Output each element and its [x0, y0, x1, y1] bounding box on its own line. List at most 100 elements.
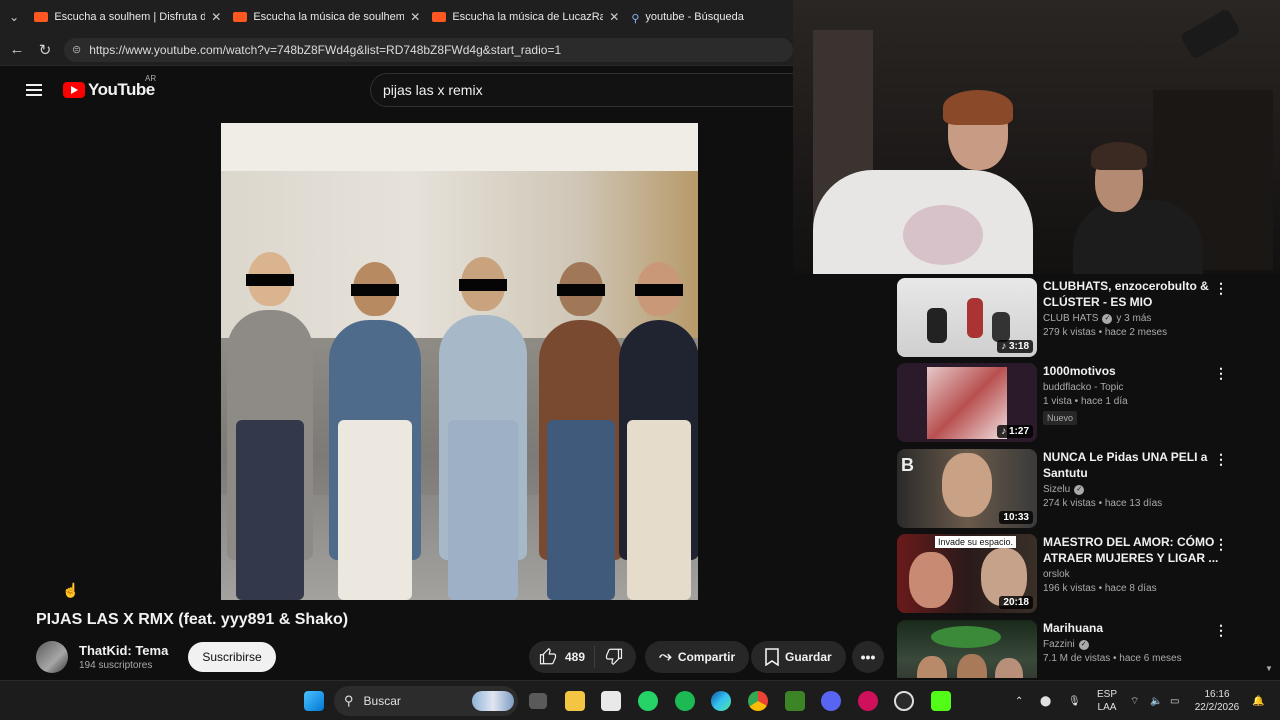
channel-name[interactable]: ThatKid: Tema: [79, 643, 168, 658]
suggestion-thumbnail[interactable]: ♪ 3:18: [897, 278, 1037, 357]
file-explorer-icon[interactable]: [565, 691, 585, 711]
back-arrow-icon[interactable]: ←: [8, 41, 26, 58]
video-figure: [227, 252, 313, 600]
taskbar-search[interactable]: ⚲ Buscar: [334, 686, 518, 716]
suggestion-item[interactable]: ♪ 1:27 1000motivos buddflacko - Topic 1 …: [897, 363, 1280, 443]
app-red-icon[interactable]: [858, 691, 878, 711]
suggestion-meta: 196 k vistas • hace 8 días: [1043, 583, 1157, 594]
suggestion-item[interactable]: B 10:33 NUNCA Le Pidas UNA PELI a Santut…: [897, 449, 1280, 529]
reload-icon[interactable]: ↻: [36, 41, 54, 59]
suggestion-meta: 7.1 M de vistas • hace 6 meses: [1043, 653, 1182, 664]
video-player[interactable]: [221, 123, 698, 600]
tab-list-chevron-icon[interactable]: ⌄: [0, 0, 28, 34]
youtube-logo[interactable]: YouTube AR: [63, 74, 156, 100]
verified-check-icon: ✓: [1078, 639, 1089, 650]
address-bar: ← ↻ ⊜ https://www.youtube.com/watch?v=74…: [0, 34, 793, 66]
kebab-menu-icon[interactable]: ⋮: [1214, 536, 1228, 553]
dislike-button[interactable]: [595, 647, 623, 668]
video-figure: [619, 262, 698, 600]
suggestion-meta: 274 k vistas • hace 13 días: [1043, 498, 1163, 509]
logo-text: YouTube: [88, 80, 155, 99]
kick-icon[interactable]: [931, 691, 951, 711]
hand-cursor-icon: ☝: [62, 582, 80, 598]
thumbnail-letters: B: [901, 455, 914, 475]
close-tab-icon[interactable]: ✕: [211, 10, 221, 24]
obs-icon[interactable]: [894, 691, 914, 711]
duration-text: 1:27: [1008, 426, 1029, 437]
thumbnail-caption: Invade su espacio.: [935, 536, 1017, 548]
clock[interactable]: 16:16 22/2/2026: [1192, 688, 1242, 714]
suggestion-thumbnail[interactable]: [897, 620, 1037, 678]
taskbar-search-label: Buscar: [363, 694, 401, 708]
suggestion-item[interactable]: ♪ 3:18 CLUBHATS, enzocerobulto & CLÚSTER…: [897, 278, 1280, 358]
discord-icon[interactable]: [821, 691, 841, 711]
save-button[interactable]: Guardar: [751, 641, 846, 673]
suggestion-thumbnail[interactable]: B 10:33: [897, 449, 1037, 528]
duration-text: 10:33: [1003, 512, 1029, 523]
browser-tab-bar: ⌄ Escucha a soulhem | Disfruta de la ✕ E…: [0, 0, 793, 34]
microsoft-store-icon[interactable]: [601, 691, 621, 711]
more-actions-icon[interactable]: •••: [852, 641, 884, 673]
whatsapp-icon[interactable]: [638, 691, 658, 711]
volume-icon[interactable]: 🔈: [1150, 681, 1162, 720]
chevron-up-icon[interactable]: ⌃: [1015, 681, 1023, 720]
tab-title: Escucha la música de LucazRage |: [452, 11, 604, 23]
channel-row: ThatKid: Tema 194 suscriptores Suscribir…: [36, 639, 276, 675]
browser-tab-active[interactable]: ⚲ youtube - Búsqueda: [625, 0, 793, 34]
language-code: ESP: [1096, 689, 1117, 700]
url-field[interactable]: ⊜ https://www.youtube.com/watch?v=748bZ8…: [64, 37, 793, 62]
guest-hair: [1091, 142, 1147, 170]
save-label: Guardar: [785, 650, 832, 664]
video-title: PIJAS LAS X RMX (feat. yyy891 & Shako): [36, 611, 349, 628]
wifi-icon[interactable]: ⌔: [1130, 681, 1139, 720]
site-info-icon[interactable]: ⊜: [72, 43, 81, 56]
share-button[interactable]: ⤳ Compartir: [645, 641, 750, 673]
microphone-icon[interactable]: 🎙: [1068, 681, 1081, 720]
search-input[interactable]: pijas las x remix: [370, 73, 793, 107]
channel-name: Fazzini: [1043, 639, 1075, 650]
close-tab-icon[interactable]: ✕: [410, 10, 420, 24]
spotify-icon[interactable]: [675, 691, 695, 711]
tab-title: Escucha a soulhem | Disfruta de la: [54, 11, 206, 23]
minecraft-icon[interactable]: [785, 691, 805, 711]
guest-body: [1073, 200, 1203, 274]
close-tab-icon[interactable]: ✕: [609, 10, 619, 24]
subscribe-button[interactable]: Suscribirse: [188, 642, 276, 672]
keyboard-layout: LAA: [1097, 702, 1117, 713]
suggestion-channel: CLUB HATS ✓ y 3 más: [1043, 313, 1253, 324]
scroll-down-arrow-icon[interactable]: ▼: [1265, 664, 1273, 673]
suggestion-item[interactable]: Invade su espacio. 20:18 MAESTRO DEL AMO…: [897, 534, 1280, 614]
like-button[interactable]: 489: [529, 646, 595, 668]
date: 22/2/2026: [1194, 702, 1240, 713]
battery-icon[interactable]: ▭: [1170, 681, 1179, 720]
language-indicator[interactable]: ESP LAA: [1094, 688, 1120, 714]
verified-check-icon: ✓: [1074, 484, 1085, 495]
notification-bell-icon[interactable]: 🔔: [1252, 681, 1264, 720]
security-icon[interactable]: ⬤: [1040, 681, 1051, 720]
suggestion-meta: 1 vista • hace 1 día: [1043, 396, 1128, 407]
soundcloud-icon: [34, 12, 49, 22]
channel-name: buddflacko - Topic: [1043, 382, 1124, 393]
browser-tab[interactable]: Escucha la música de LucazRage | ✕: [426, 0, 625, 34]
browser-tab[interactable]: Escucha a soulhem | Disfruta de la ✕: [28, 0, 227, 34]
channel-avatar[interactable]: [36, 641, 68, 673]
suggestion-thumbnail[interactable]: Invade su espacio. 20:18: [897, 534, 1037, 613]
kebab-menu-icon[interactable]: ⋮: [1214, 365, 1228, 382]
browser-tab[interactable]: Escucha la música de soulhem | Di ✕: [227, 0, 426, 34]
webcam-overlay: [793, 0, 1280, 274]
suggestion-thumbnail[interactable]: ♪ 1:27: [897, 363, 1037, 442]
suggestion-item[interactable]: Marihuana Fazzini ✓ 7.1 M de vistas • ha…: [897, 620, 1280, 678]
suggestion-channel: orslok: [1043, 569, 1253, 580]
task-view-icon[interactable]: [529, 693, 547, 709]
menu-icon[interactable]: [26, 84, 42, 96]
kebab-menu-icon[interactable]: ⋮: [1214, 451, 1228, 468]
tab-title: youtube - Búsqueda: [645, 11, 744, 23]
edge-icon[interactable]: [711, 691, 731, 711]
windows-start-icon[interactable]: [304, 691, 324, 711]
kebab-menu-icon[interactable]: ⋮: [1214, 622, 1228, 639]
chrome-icon[interactable]: [748, 691, 768, 711]
thumbs-up-icon: [539, 648, 557, 665]
soundcloud-icon: [233, 12, 248, 22]
kebab-menu-icon[interactable]: ⋮: [1214, 280, 1228, 297]
music-note-icon: ♪: [1001, 341, 1009, 352]
